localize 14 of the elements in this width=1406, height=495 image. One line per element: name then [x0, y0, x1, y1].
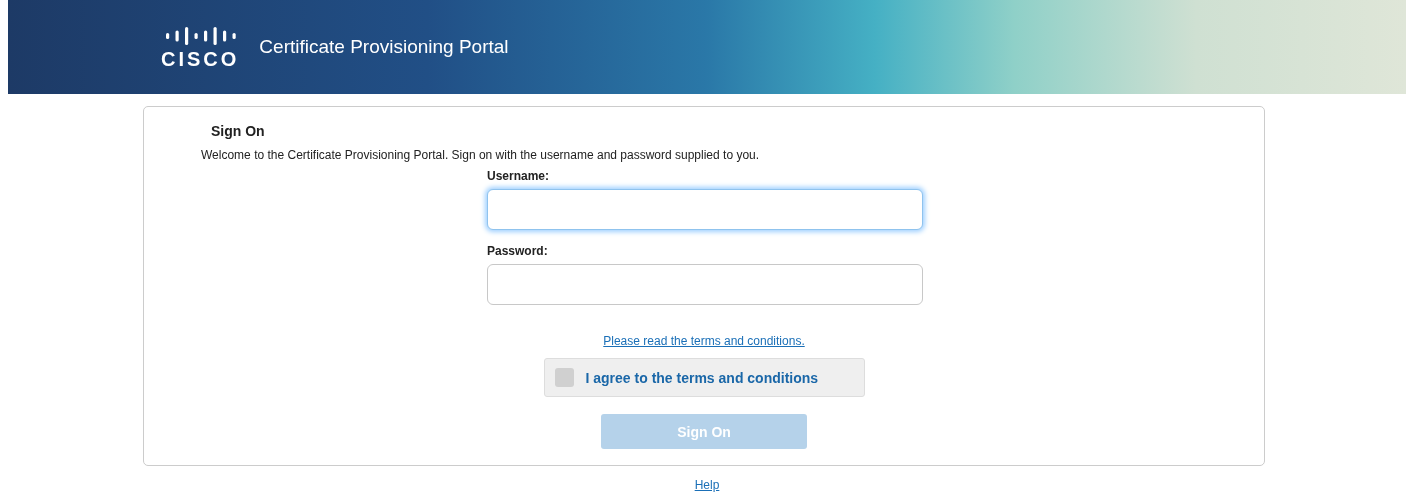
password-field[interactable] — [487, 264, 923, 305]
username-field[interactable] — [487, 189, 923, 230]
checkbox-square[interactable] — [554, 368, 574, 387]
field-label: Username: — [487, 169, 550, 183]
intro-text: Welcome to the Certificate Provisioning Portal. Sign on with the username and password supplied to you. — [201, 148, 760, 162]
terms-link[interactable]: Please read the terms and conditions. — [603, 334, 805, 348]
agree-label: I agree to the terms and conditions — [585, 369, 819, 386]
sign-on-heading: Sign On — [211, 123, 265, 139]
field-label: Password: — [487, 244, 548, 258]
logo-bars-icon — [163, 25, 238, 45]
portal-title: Certificate Provisioning Portal — [259, 36, 509, 58]
help-link[interactable]: Help — [694, 478, 720, 492]
logo-text: CISCO — [161, 49, 240, 69]
agree-checkbox[interactable]: I agree to the terms and conditions — [543, 358, 865, 397]
